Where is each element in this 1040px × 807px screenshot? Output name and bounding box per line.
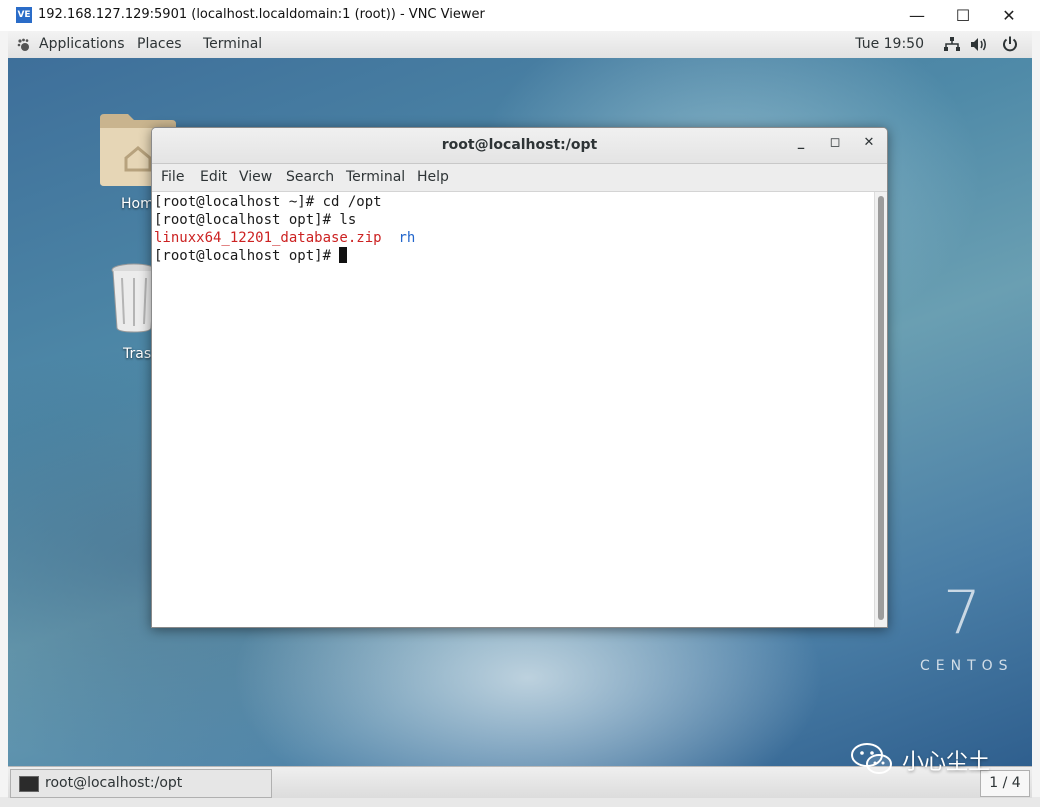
terminal-scrollbar[interactable] bbox=[874, 192, 887, 627]
terminal-app-menu[interactable]: Terminal bbox=[203, 36, 262, 52]
zip-file-entry: linuxx64_12201_database.zip bbox=[154, 230, 382, 246]
vnc-minimize-button[interactable]: — bbox=[894, 0, 940, 31]
places-menu[interactable]: Places bbox=[137, 36, 182, 52]
terminal-title-bar[interactable]: root@localhost:/opt _ ◻ ✕ bbox=[152, 128, 887, 164]
vnc-close-button[interactable]: ✕ bbox=[986, 0, 1032, 31]
menu-view[interactable]: View bbox=[239, 169, 272, 185]
terminal-prompt-line[interactable]: [root@localhost opt]# bbox=[154, 247, 348, 265]
volume-icon[interactable] bbox=[970, 37, 988, 52]
vnc-maximize-button[interactable]: ☐ bbox=[940, 0, 986, 31]
text-cursor bbox=[339, 247, 348, 263]
centos-brand-text: CENTOS bbox=[920, 658, 1014, 674]
taskbar-window-label: root@localhost:/opt bbox=[45, 775, 183, 791]
terminal-close-button[interactable]: ✕ bbox=[858, 135, 880, 157]
host-window-edge-bottom bbox=[0, 797, 1040, 807]
ls-output-line: linuxx64_12201_database.zip rh bbox=[154, 229, 415, 247]
home-folder-label[interactable]: Hom bbox=[121, 196, 154, 212]
trash-label[interactable]: Tras bbox=[123, 346, 151, 362]
terminal-line: [root@localhost ~]# cd /opt bbox=[154, 194, 382, 210]
menu-edit[interactable]: Edit bbox=[200, 169, 227, 185]
terminal-title: root@localhost:/opt bbox=[441, 137, 598, 153]
gnome-top-bar: Applications Places Terminal Tue 19:50 bbox=[8, 31, 1032, 59]
gnome-foot-icon bbox=[17, 38, 29, 51]
terminal-prompt: [root@localhost opt]# bbox=[154, 248, 340, 264]
terminal-window[interactable]: root@localhost:/opt _ ◻ ✕ File Edit View… bbox=[151, 127, 888, 628]
watermark: 小心尘土 bbox=[850, 740, 1020, 780]
applications-menu[interactable]: Applications bbox=[39, 36, 125, 52]
vnc-title-bar: VE 192.168.127.129:5901 (localhost.local… bbox=[0, 0, 1040, 32]
centos-version-mark: 7 bbox=[943, 578, 982, 648]
terminal-menu-bar: File Edit View Search Terminal Help bbox=[152, 164, 887, 192]
scrollbar-thumb[interactable] bbox=[878, 196, 884, 620]
host-window-edge-right bbox=[1032, 31, 1040, 807]
terminal-line: [root@localhost opt]# ls bbox=[154, 212, 357, 228]
directory-entry: rh bbox=[398, 230, 416, 246]
menu-terminal[interactable]: Terminal bbox=[346, 169, 405, 185]
clock[interactable]: Tue 19:50 bbox=[855, 36, 924, 52]
terminal-minimize-button[interactable]: _ bbox=[790, 135, 812, 157]
terminal-maximize-button[interactable]: ◻ bbox=[824, 135, 846, 157]
taskbar-window-button[interactable]: root@localhost:/opt bbox=[10, 769, 272, 798]
vnc-app-icon: VE bbox=[16, 7, 32, 23]
menu-file[interactable]: File bbox=[161, 169, 184, 185]
terminal-output[interactable]: [root@localhost ~]# cd /opt [root@localh… bbox=[152, 192, 874, 627]
power-icon[interactable] bbox=[1002, 36, 1018, 52]
menu-help[interactable]: Help bbox=[417, 169, 449, 185]
watermark-text: 小心尘土 bbox=[902, 750, 991, 775]
terminal-icon bbox=[19, 776, 39, 792]
wechat-icon bbox=[851, 743, 892, 774]
menu-search[interactable]: Search bbox=[286, 169, 334, 185]
vnc-window-title: 192.168.127.129:5901 (localhost.localdom… bbox=[38, 7, 485, 22]
network-icon[interactable] bbox=[944, 37, 960, 52]
